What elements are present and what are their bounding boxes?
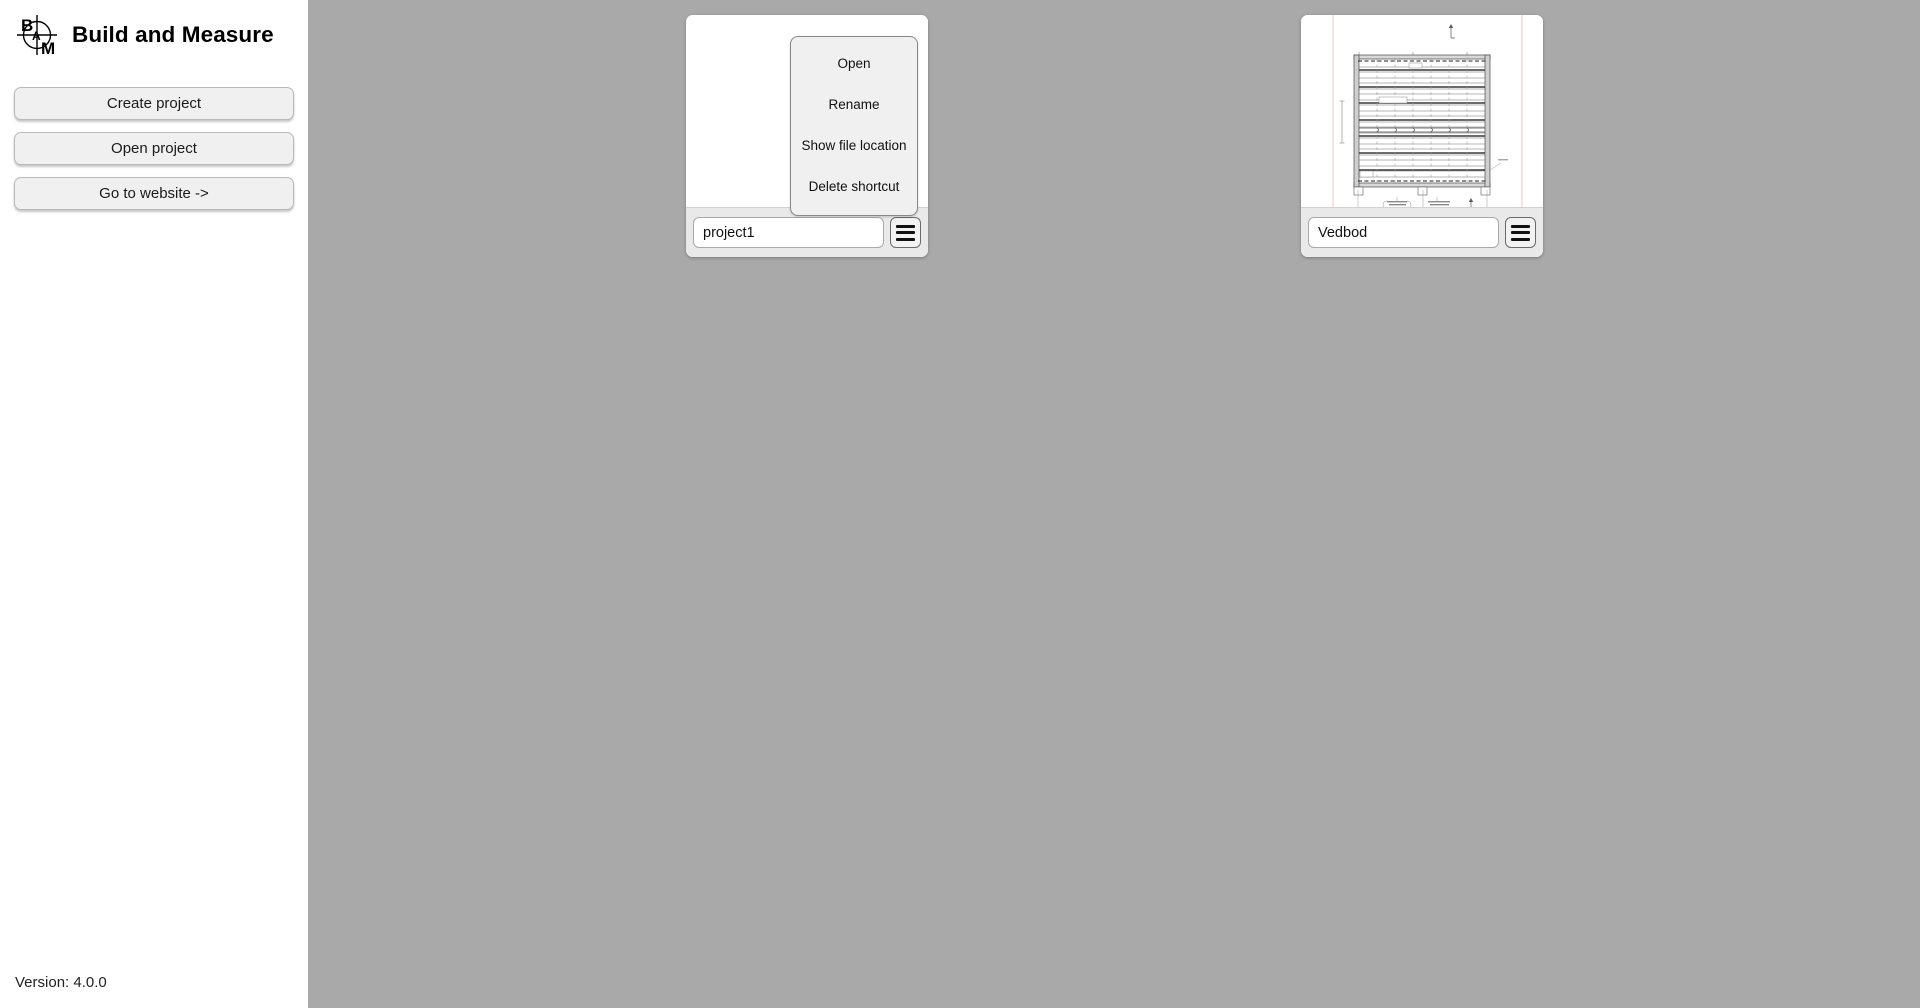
menu-bar-1 (1511, 224, 1530, 228)
menu-bar-3 (896, 237, 915, 241)
context-menu-item-delete-shortcut[interactable]: Delete shortcut (791, 166, 917, 207)
bam-crosshair-logo-icon: B A M (17, 15, 57, 58)
go-to-website-button[interactable]: Go to website -> (14, 177, 294, 210)
context-menu-item-show-file-location[interactable]: Show file location (791, 125, 917, 166)
create-project-button[interactable]: Create project (14, 87, 294, 120)
context-menu-item-rename[interactable]: Rename (791, 84, 917, 125)
project-card[interactable] (1301, 15, 1543, 257)
project-name-input[interactable] (693, 217, 884, 248)
svg-text:M: M (41, 39, 55, 58)
project-context-menu: Open Rename Show file location Delete sh… (790, 36, 918, 216)
menu-bar-2 (1511, 231, 1530, 234)
menu-bar-2 (896, 231, 915, 234)
menu-bar-1 (896, 224, 915, 228)
version-label: Version: 4.0.0 (15, 974, 107, 991)
svg-text:A: A (32, 29, 41, 43)
context-menu-item-open[interactable]: Open (791, 43, 917, 84)
project-card-footer (1301, 207, 1543, 257)
open-project-button[interactable]: Open project (14, 132, 294, 165)
app-title: Build and Measure (72, 22, 274, 47)
hamburger-menu-icon[interactable] (1505, 217, 1536, 248)
hamburger-menu-icon[interactable] (890, 217, 921, 248)
sidebar: B A M Build and Measure Create project O… (0, 0, 308, 1008)
app-brand: B A M Build and Measure (14, 12, 274, 58)
project-name-input[interactable] (1308, 217, 1499, 248)
menu-bar-3 (1511, 237, 1530, 241)
